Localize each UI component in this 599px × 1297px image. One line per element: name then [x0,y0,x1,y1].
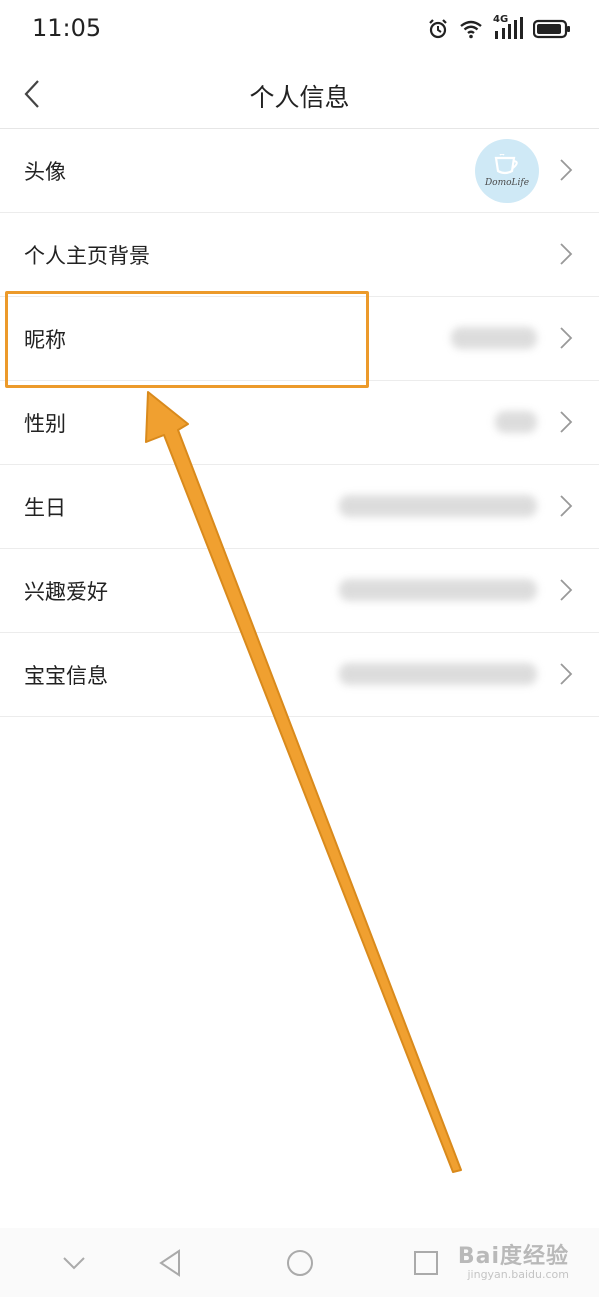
chevron-down-icon [63,1257,85,1270]
status-time: 11:05 [32,14,102,42]
collapse-button[interactable] [54,1246,94,1280]
row-avatar[interactable]: 头像 DomoLife [0,129,599,213]
recent-square-icon [414,1251,438,1275]
recent-apps-button[interactable] [406,1246,446,1280]
row-baby-info[interactable]: 宝宝信息 [0,633,599,717]
row-gender[interactable]: 性别 [0,381,599,465]
highlight-box [5,291,369,388]
chevron-right-icon [560,663,573,685]
chevron-right-icon [560,411,573,433]
home-nav-button[interactable] [280,1246,320,1280]
chevron-right-icon [560,579,573,601]
row-label: 性别 [24,412,66,436]
cup-icon [494,154,518,175]
settings-list: 头像 DomoLife 个人主页背景 昵称 性别 生日 兴趣爱好 宝宝信息 [0,129,599,717]
avatar-text: DomoLife [484,178,530,188]
blurred-value [339,495,537,517]
blurred-value [451,327,537,349]
row-birthday[interactable]: 生日 [0,465,599,549]
row-label: 头像 [24,160,66,184]
back-triangle-icon [159,1249,180,1277]
page-title: 个人信息 [249,83,350,112]
blurred-value [495,411,537,433]
wifi-icon [460,20,482,39]
chevron-right-icon [560,159,573,181]
blurred-value [339,663,537,685]
chevron-right-icon [560,327,573,349]
watermark: Bai度经验 jingyan.baidu.com [458,1238,569,1281]
row-label: 生日 [24,496,66,520]
battery-icon [533,19,570,39]
alarm-icon [429,19,447,39]
watermark-sub: jingyan.baidu.com [467,1268,569,1281]
nav-bar: 个人信息 [0,60,599,129]
row-label: 兴趣爱好 [24,580,108,604]
status-bar: 11:05 4G [0,0,599,60]
avatar: DomoLife [475,139,539,203]
row-label: 个人主页背景 [24,244,150,268]
home-circle-icon [287,1250,313,1276]
back-nav-button[interactable] [150,1246,190,1280]
row-hobbies[interactable]: 兴趣爱好 [0,549,599,633]
watermark-main: Bai度经验 [457,1244,569,1269]
row-homepage-background[interactable]: 个人主页背景 [0,213,599,297]
chevron-right-icon [560,495,573,517]
row-label: 宝宝信息 [24,664,108,688]
status-icons: 4G [427,12,571,46]
signal-icon: 4G [493,14,523,41]
chevron-right-icon [560,243,573,265]
blurred-value [339,579,537,601]
